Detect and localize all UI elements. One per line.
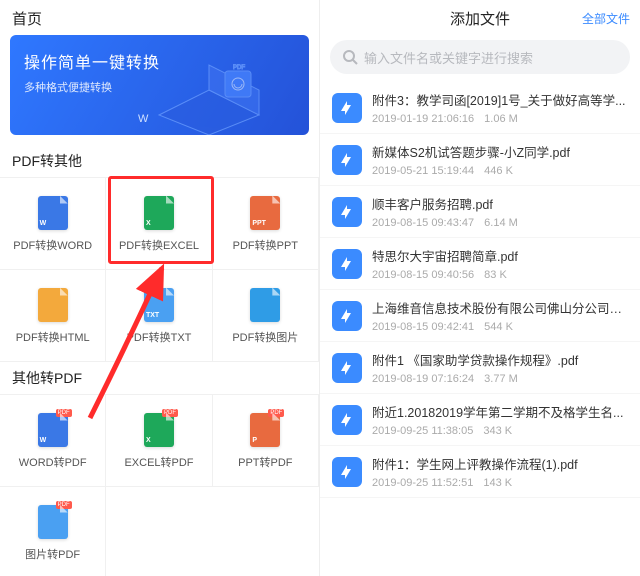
pdf-file-icon <box>332 249 362 279</box>
tile-pdf-to-ppt[interactable]: PPTPDF转换PPT <box>213 178 319 270</box>
tile-ppt-to-pdf[interactable]: PPDFPPT转PDF <box>213 395 319 487</box>
section-header-other-to-pdf: 其他转PDF <box>0 362 319 394</box>
pdf-file-icon <box>332 353 362 383</box>
file-time: 2019-09-25 11:52:51 <box>372 477 473 489</box>
pdf-file-icon <box>332 197 362 227</box>
file-item[interactable]: 新媒体S2机试答题步骤-小Z同学.pdf 2019-05-21 15:19:44 4… <box>320 134 640 186</box>
tile-label: PDF转换WORD <box>13 237 92 253</box>
file-size: 1.06 M <box>484 113 518 125</box>
tile-excel-to-pdf[interactable]: XPDFEXCEL转PDF <box>106 395 212 487</box>
tile-pdf-to-word[interactable]: WPDF转换WORD <box>0 178 106 270</box>
file-time: 2019-08-15 09:42:41 <box>372 321 474 333</box>
file-item[interactable]: 顺丰客户服务招聘.pdf 2019-08-15 09:43:47 6.14 M <box>320 186 640 238</box>
file-time: 2019-09-25 11:38:05 <box>372 425 473 437</box>
file-size: 343 K <box>483 425 512 437</box>
file-size: 6.14 M <box>484 217 518 229</box>
tile-label: PDF转换PPT <box>233 237 298 253</box>
search-icon <box>342 49 358 65</box>
tile-pdf-to-image[interactable]: PDF转换图片 <box>213 270 319 362</box>
pdf-file-icon <box>332 457 362 487</box>
file-size: 446 K <box>484 165 513 177</box>
file-size: 3.77 M <box>484 373 518 385</box>
file-name: 附近1.20182019学年第二学期不及格学生名... <box>372 402 628 421</box>
file-name: 附件1 《国家助学贷款操作规程》.pdf <box>372 350 628 369</box>
file-list: 附件3：教学司函[2019]1号_关于做好高等学... 2019-01-19 21… <box>320 82 640 498</box>
file-item[interactable]: 附件1：学生网上评教操作流程(1).pdf 2019-09-25 11:52:51… <box>320 446 640 498</box>
file-time: 2019-08-15 09:43:47 <box>372 217 474 229</box>
file-time: 2019-05-21 15:19:44 <box>372 165 474 177</box>
tile-word-to-pdf[interactable]: WPDFWORD转PDF <box>0 395 106 487</box>
search-input[interactable]: 输入文件名或关键字进行搜索 <box>330 40 630 74</box>
tile-pdf-to-html[interactable]: PDF转换HTML <box>0 270 106 362</box>
file-item[interactable]: 附近1.20182019学年第二学期不及格学生名... 2019-09-25 11… <box>320 394 640 446</box>
tile-label: PPT转PDF <box>238 454 292 470</box>
tile-label: PDF转换HTML <box>16 329 90 345</box>
tile-label: PDF转换TXT <box>127 329 192 345</box>
pdf-file-icon <box>332 301 362 331</box>
file-item[interactable]: 特思尔大宇宙招聘简章.pdf 2019-08-15 09:40:56 83 K <box>320 238 640 290</box>
tile-pdf-to-excel[interactable]: XPDF转换EXCEL <box>106 178 212 270</box>
pdf-file-icon <box>332 145 362 175</box>
file-name: 附件3：教学司函[2019]1号_关于做好高等学... <box>372 90 628 109</box>
file-name: 顺丰客户服务招聘.pdf <box>372 194 628 213</box>
tile-label: PDF转换图片 <box>232 329 298 345</box>
file-time: 2019-01-19 21:06:16 <box>372 113 474 125</box>
tile-label: 图片转PDF <box>25 546 80 562</box>
file-size: 143 K <box>483 477 512 489</box>
file-item[interactable]: 附件3：教学司函[2019]1号_关于做好高等学... 2019-01-19 21… <box>320 82 640 134</box>
section-header-pdf-to-other: PDF转其他 <box>0 145 319 177</box>
promo-banner[interactable]: 操作简单一键转换 多种格式便捷转换 W PDF <box>10 35 309 135</box>
tiles-pdf-to-other: WPDF转换WORD XPDF转换EXCEL PPTPDF转换PPT PDF转换… <box>0 177 319 362</box>
svg-text:PDF: PDF <box>233 65 245 71</box>
right-pane: 添加文件 全部文件 输入文件名或关键字进行搜索 附件3：教学司函[2019]1号… <box>320 0 640 576</box>
banner-illustration: PDF <box>149 35 309 135</box>
pdf-file-icon <box>332 93 362 123</box>
file-time: 2019-08-19 07:16:24 <box>372 373 474 385</box>
file-item[interactable]: 上海维音信息技术股份有限公司佛山分公司20... 2019-08-15 09:42… <box>320 290 640 342</box>
page-title: 首页 <box>0 0 319 35</box>
file-size: 544 K <box>484 321 513 333</box>
file-item[interactable]: 附件1 《国家助学贷款操作规程》.pdf 2019-08-19 07:16:24 3… <box>320 342 640 394</box>
left-pane: 首页 操作简单一键转换 多种格式便捷转换 W PDF PDF转其他 WPDF转换… <box>0 0 320 576</box>
file-time: 2019-08-15 09:40:56 <box>372 269 474 281</box>
file-name: 上海维音信息技术股份有限公司佛山分公司20... <box>372 298 628 317</box>
file-name: 附件1：学生网上评教操作流程(1).pdf <box>372 454 628 473</box>
tile-label: EXCEL转PDF <box>124 454 193 470</box>
right-title: 添加文件 <box>450 8 510 29</box>
file-name: 新媒体S2机试答题步骤-小Z同学.pdf <box>372 142 628 161</box>
tiles-other-to-pdf: WPDFWORD转PDF XPDFEXCEL转PDF PPDFPPT转PDF P… <box>0 394 319 576</box>
tile-image-to-pdf[interactable]: PDF图片转PDF <box>0 487 106 576</box>
banner-deco-letter: W <box>138 113 148 125</box>
search-placeholder: 输入文件名或关键字进行搜索 <box>364 48 533 67</box>
tile-pdf-to-txt[interactable]: TXTPDF转换TXT <box>106 270 212 362</box>
all-files-link[interactable]: 全部文件 <box>582 10 630 27</box>
file-size: 83 K <box>484 269 507 281</box>
pdf-file-icon <box>332 405 362 435</box>
tile-label: PDF转换EXCEL <box>119 237 199 253</box>
tile-label: WORD转PDF <box>19 454 87 470</box>
right-header: 添加文件 全部文件 <box>320 0 640 36</box>
file-name: 特思尔大宇宙招聘简章.pdf <box>372 246 628 265</box>
